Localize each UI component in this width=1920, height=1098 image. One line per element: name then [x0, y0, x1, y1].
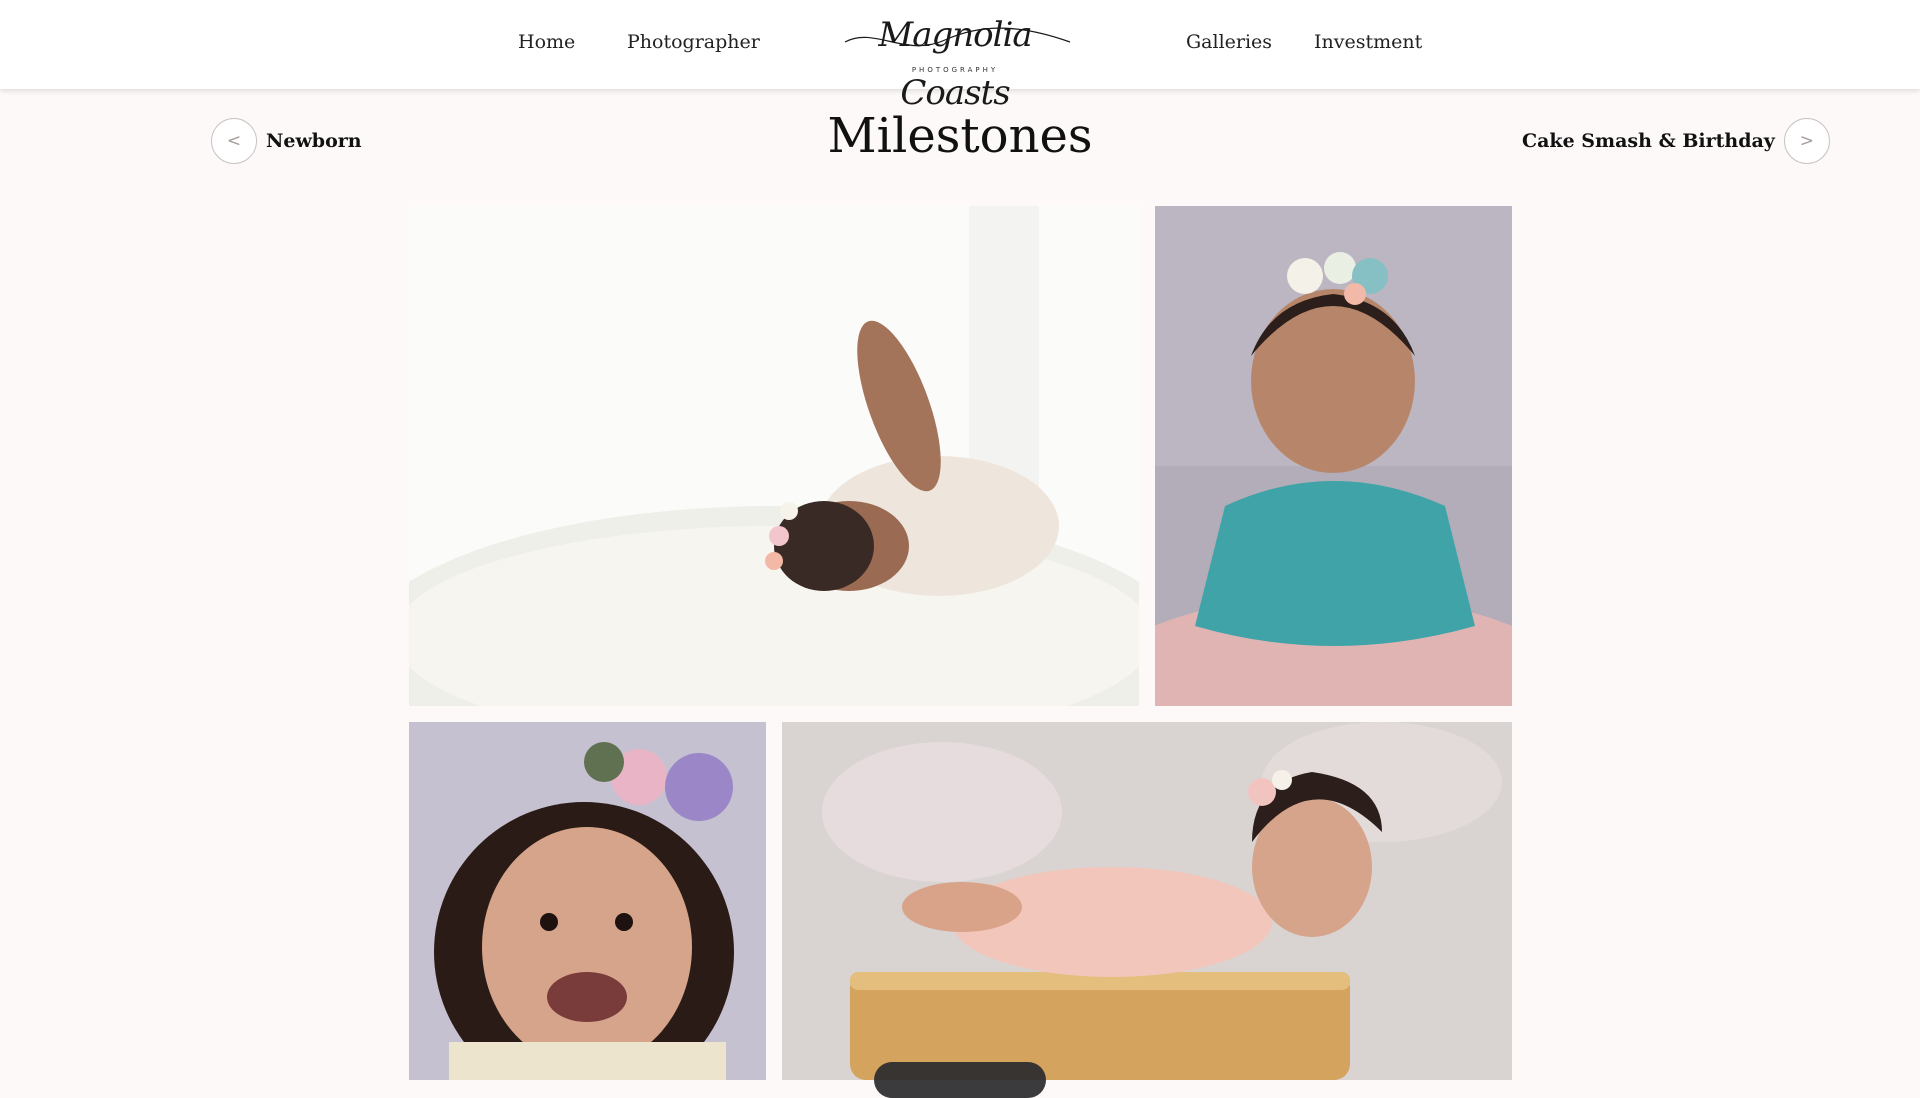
next-gallery-label[interactable]: Cake Smash & Birthday: [1522, 130, 1775, 152]
logo-subtitle: PHOTOGRAPHY: [911, 66, 999, 74]
next-gallery-nav[interactable]: Cake Smash & Birthday >: [1522, 117, 1830, 165]
chevron-right-icon: >: [1799, 131, 1814, 151]
site-logo[interactable]: Magnolia Coasts PHOTOGRAPHY: [835, 6, 1075, 113]
nav-investment-link[interactable]: Investment: [1314, 31, 1422, 53]
logo-script-text: Magnolia Coasts: [878, 15, 1032, 113]
nav-galleries-link[interactable]: Galleries: [1186, 31, 1272, 53]
next-arrow-button[interactable]: >: [1783, 118, 1830, 164]
site-header: Home Photographer Magnolia Coasts PHOTOG…: [0, 0, 1920, 113]
image-toolbar[interactable]: [874, 1062, 1046, 1098]
nav-home-link[interactable]: Home: [518, 31, 575, 53]
gallery-photo-2[interactable]: [1155, 206, 1512, 706]
photo-baby-on-suitcase: [782, 722, 1512, 1080]
photo-laughing-baby: [409, 722, 766, 1080]
gallery-photo-1[interactable]: [409, 206, 1139, 706]
photo-baby-on-white-fur: [409, 206, 1139, 706]
gallery-photo-4[interactable]: [782, 722, 1512, 1080]
nav-photographer-link[interactable]: Photographer: [627, 31, 760, 53]
gallery-photo-3[interactable]: [409, 722, 766, 1080]
photo-baby-teal-dress: [1155, 206, 1512, 706]
